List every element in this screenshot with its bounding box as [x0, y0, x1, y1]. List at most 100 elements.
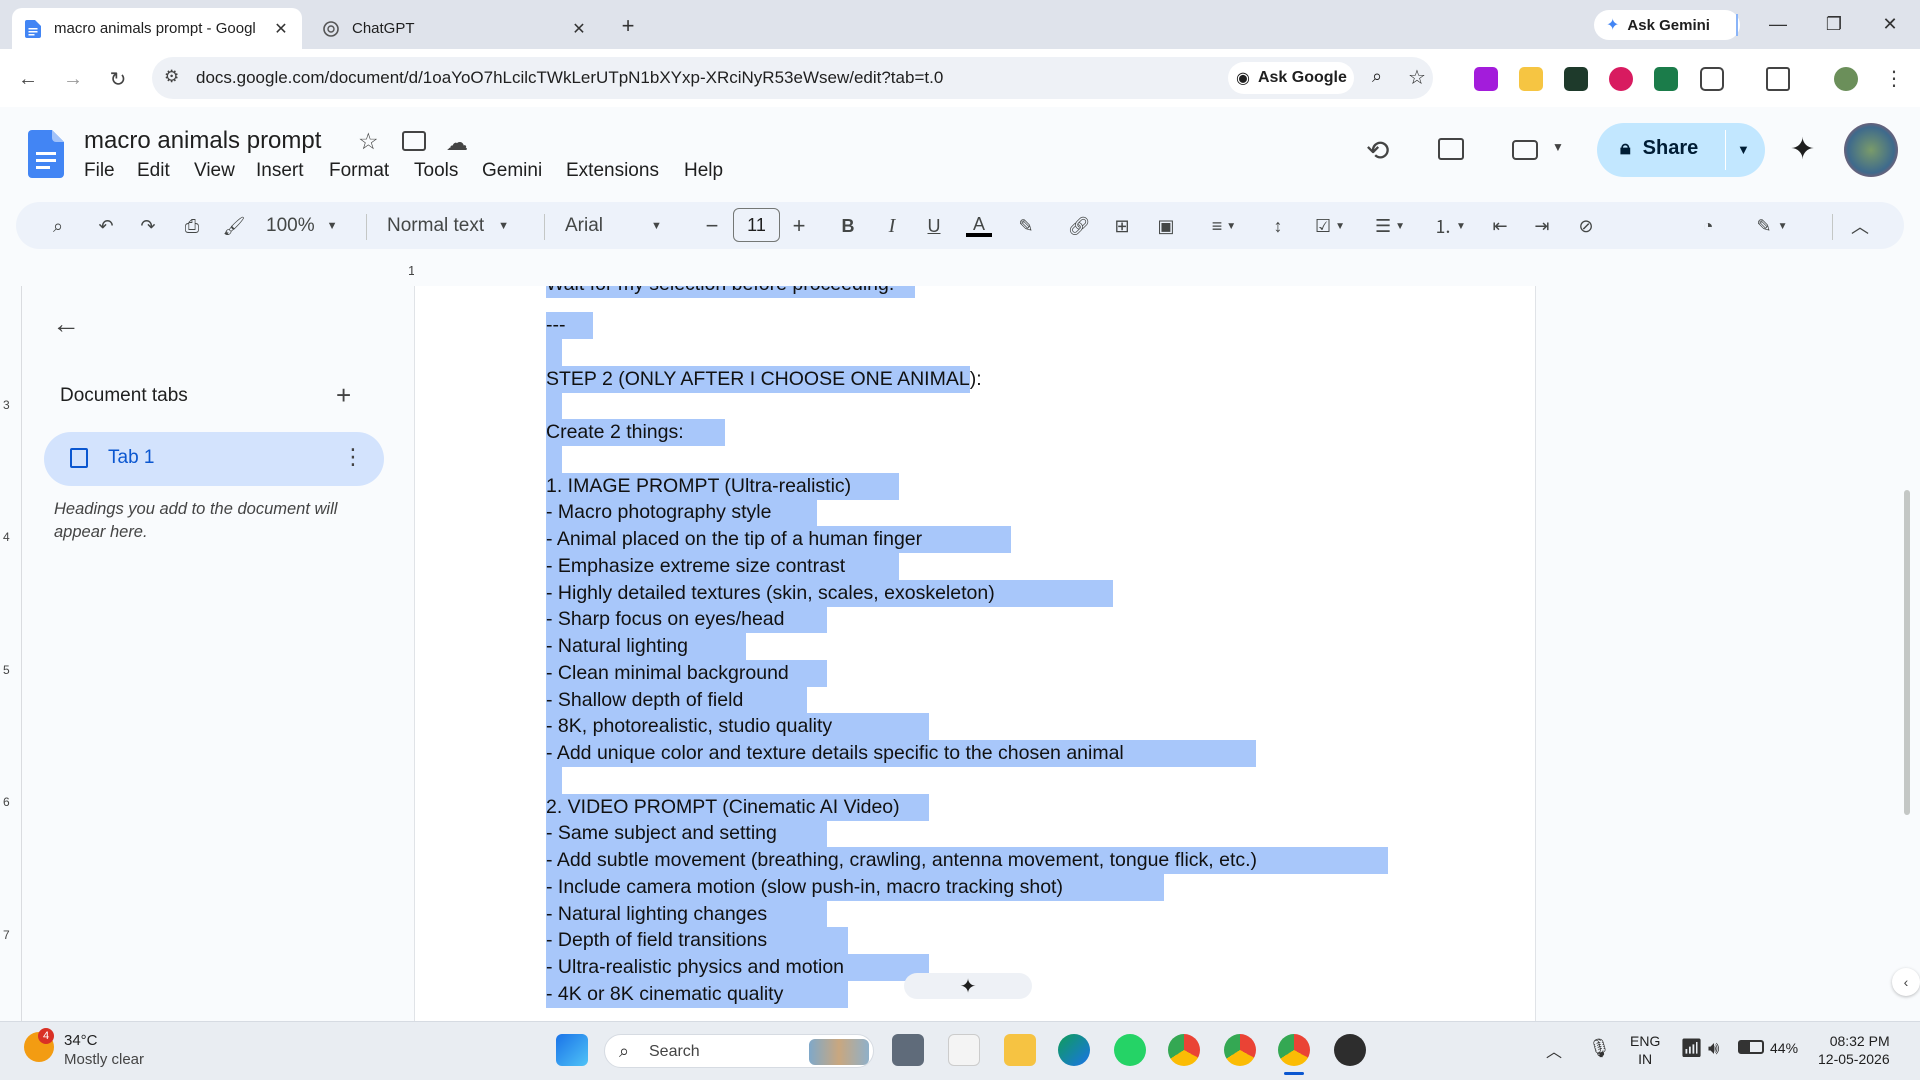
side-panel-toggle-icon[interactable]: ‹	[1892, 968, 1920, 996]
menu-help[interactable]: Help	[684, 160, 723, 182]
numbered-list-icon[interactable]: ⒈ ▼	[1426, 211, 1474, 241]
taskbar-search[interactable]: ⌕ Search	[604, 1034, 874, 1068]
decrease-font-size-icon[interactable]: −	[698, 211, 726, 241]
forward-icon[interactable]: →	[61, 67, 85, 91]
text-color-icon[interactable]: A	[964, 211, 994, 241]
bulleted-list-icon[interactable]: ☰ ▼	[1366, 211, 1414, 241]
paragraph-style-select[interactable]: Normal text ▼	[387, 211, 527, 241]
site-settings-icon[interactable]: ⚙	[164, 67, 179, 87]
text-line[interactable]: - Natural lighting	[546, 633, 688, 660]
text-line[interactable]: - Animal placed on the tip of a human fi…	[546, 526, 922, 553]
text-line[interactable]: - Same subject and setting	[546, 820, 777, 847]
start-windows-icon[interactable]	[556, 1034, 588, 1066]
text-line[interactable]: STEP 2 (ONLY AFTER I CHOOSE ONE ANIMAL):	[546, 366, 982, 393]
edge-icon[interactable]	[1058, 1034, 1090, 1066]
menu-edit[interactable]: Edit	[137, 160, 170, 182]
text-line[interactable]: - Natural lighting changes	[546, 901, 767, 928]
volume-icon[interactable]: 🔊︎	[1708, 1038, 1719, 1059]
extension-shield-icon[interactable]	[1609, 67, 1633, 91]
line-spacing-icon[interactable]: ↕	[1264, 211, 1292, 241]
move-folder-icon[interactable]	[402, 131, 426, 151]
increase-indent-icon[interactable]: ⇥	[1528, 211, 1556, 241]
url-text[interactable]: docs.google.com/document/d/1oaYoO7hLcilc…	[196, 68, 943, 88]
chrome-active-icon[interactable]	[1278, 1034, 1310, 1066]
hide-menus-icon[interactable]: ︿	[1846, 211, 1874, 241]
star-icon[interactable]: ☆	[358, 128, 379, 155]
weather-temp[interactable]: 34°C	[64, 1032, 98, 1049]
menu-gemini[interactable]: Gemini	[482, 160, 542, 182]
insert-image-icon[interactable]: ▣	[1152, 211, 1180, 241]
extension-note-icon[interactable]	[1519, 67, 1543, 91]
menu-view[interactable]: View	[194, 160, 235, 182]
text-line[interactable]: - Include camera motion (slow push-in, m…	[546, 874, 1063, 901]
back-arrow-icon[interactable]: ←	[52, 308, 80, 340]
more-menu-icon[interactable]: ⋮	[1884, 66, 1904, 91]
clock[interactable]: 08:32 PM 12-05-2026	[1818, 1032, 1890, 1068]
weather-desc[interactable]: Mostly clear	[64, 1051, 144, 1068]
print-icon[interactable]: ⎙	[178, 211, 206, 241]
checklist-icon[interactable]: ☑ ▼	[1306, 211, 1354, 241]
text-line[interactable]: - Add unique color and texture details s…	[546, 740, 1124, 767]
menu-tools[interactable]: Tools	[414, 160, 458, 182]
font-select[interactable]: Arial ▼	[565, 211, 675, 241]
gemini-sparkle-button[interactable]: ✦	[904, 973, 1032, 999]
menu-insert[interactable]: Insert	[256, 160, 304, 182]
tab-chatgpt[interactable]: ChatGPT ✕	[310, 8, 600, 49]
text-line[interactable]: - Depth of field transitions	[546, 927, 767, 954]
decrease-indent-icon[interactable]: ⇤	[1486, 211, 1514, 241]
insert-link-icon[interactable]: 🔗︎	[1064, 211, 1094, 241]
text-line[interactable]: - Sharp focus on eyes/head	[546, 606, 785, 633]
show-hidden-icons[interactable]: ︿	[1546, 1038, 1562, 1062]
text-line[interactable]: - 4K or 8K cinematic quality	[546, 981, 783, 1008]
menu-format[interactable]: Format	[329, 160, 389, 182]
whatsapp-icon[interactable]	[1114, 1034, 1146, 1066]
document-title[interactable]: macro animals prompt	[84, 127, 321, 155]
text-line[interactable]: - 8K, photorealistic, studio quality	[546, 713, 832, 740]
text-line[interactable]: 1. IMAGE PROMPT (Ultra-realistic)	[546, 473, 851, 500]
text-line[interactable]: ---	[546, 312, 565, 339]
text-line[interactable]: - Emphasize extreme size contrast	[546, 553, 845, 580]
ai-assist-icon[interactable]: ◔	[1694, 211, 1722, 241]
meet-dropdown-icon[interactable]: ▼	[1552, 140, 1564, 154]
search-menus-icon[interactable]: ⌕	[44, 211, 72, 241]
meet-icon[interactable]	[1512, 140, 1538, 160]
back-icon[interactable]: ←	[16, 67, 40, 91]
add-comment-icon[interactable]: ⊞	[1108, 211, 1136, 241]
chrome-profile-1-icon[interactable]	[1168, 1034, 1200, 1066]
text-line[interactable]: - Ultra-realistic physics and motion	[546, 954, 844, 981]
bold-icon[interactable]: B	[834, 211, 862, 241]
extension-save-icon[interactable]	[1654, 67, 1678, 91]
gemini-icon[interactable]: ✦	[1790, 132, 1815, 167]
close-tab-icon[interactable]: ✕	[570, 19, 588, 39]
tab-google-docs[interactable]: macro animals prompt - Googl ✕	[12, 8, 302, 49]
text-line[interactable]: - Shallow depth of field	[546, 687, 743, 714]
new-tab-button[interactable]: +	[616, 14, 640, 38]
menu-extensions[interactable]: Extensions	[566, 160, 659, 182]
extension-clapper-icon[interactable]	[1564, 67, 1588, 91]
editing-mode-icon[interactable]: ✎ ▼	[1748, 211, 1796, 241]
file-explorer-icon[interactable]	[1004, 1034, 1036, 1066]
menu-file[interactable]: File	[84, 160, 115, 182]
text-line[interactable]: 2. VIDEO PROMPT (Cinematic AI Video)	[546, 794, 900, 821]
comments-icon[interactable]	[1438, 138, 1464, 160]
highlight-icon[interactable]: ✎	[1012, 211, 1040, 241]
profile-avatar[interactable]	[1834, 67, 1858, 91]
zoom-icon[interactable]: ⌕	[1372, 66, 1382, 87]
cloud-saved-icon[interactable]: ☁	[446, 130, 468, 156]
increase-font-size-icon[interactable]: +	[785, 211, 813, 241]
restore-icon[interactable]: ❐	[1822, 12, 1846, 36]
wifi-icon[interactable]: 📶︎	[1680, 1038, 1703, 1059]
battery-icon[interactable]	[1738, 1040, 1764, 1054]
extension-download-icon[interactable]	[1474, 67, 1498, 91]
text-line[interactable]: - Macro photography style	[546, 499, 771, 526]
extensions-puzzle-icon[interactable]	[1700, 67, 1724, 91]
share-dropdown-icon[interactable]: ▼	[1737, 142, 1750, 157]
tab-search-icon[interactable]	[1766, 67, 1790, 91]
sidebar-item-tab-1[interactable]: Tab 1 ⋮	[44, 432, 384, 486]
chatgpt-app-icon[interactable]	[1334, 1034, 1366, 1066]
docs-logo-icon[interactable]	[28, 130, 64, 178]
account-avatar[interactable]	[1844, 123, 1898, 177]
font-size-input[interactable]: 11	[733, 208, 780, 242]
redo-icon[interactable]: ↷	[134, 211, 162, 241]
microsoft-store-icon[interactable]	[948, 1034, 980, 1066]
